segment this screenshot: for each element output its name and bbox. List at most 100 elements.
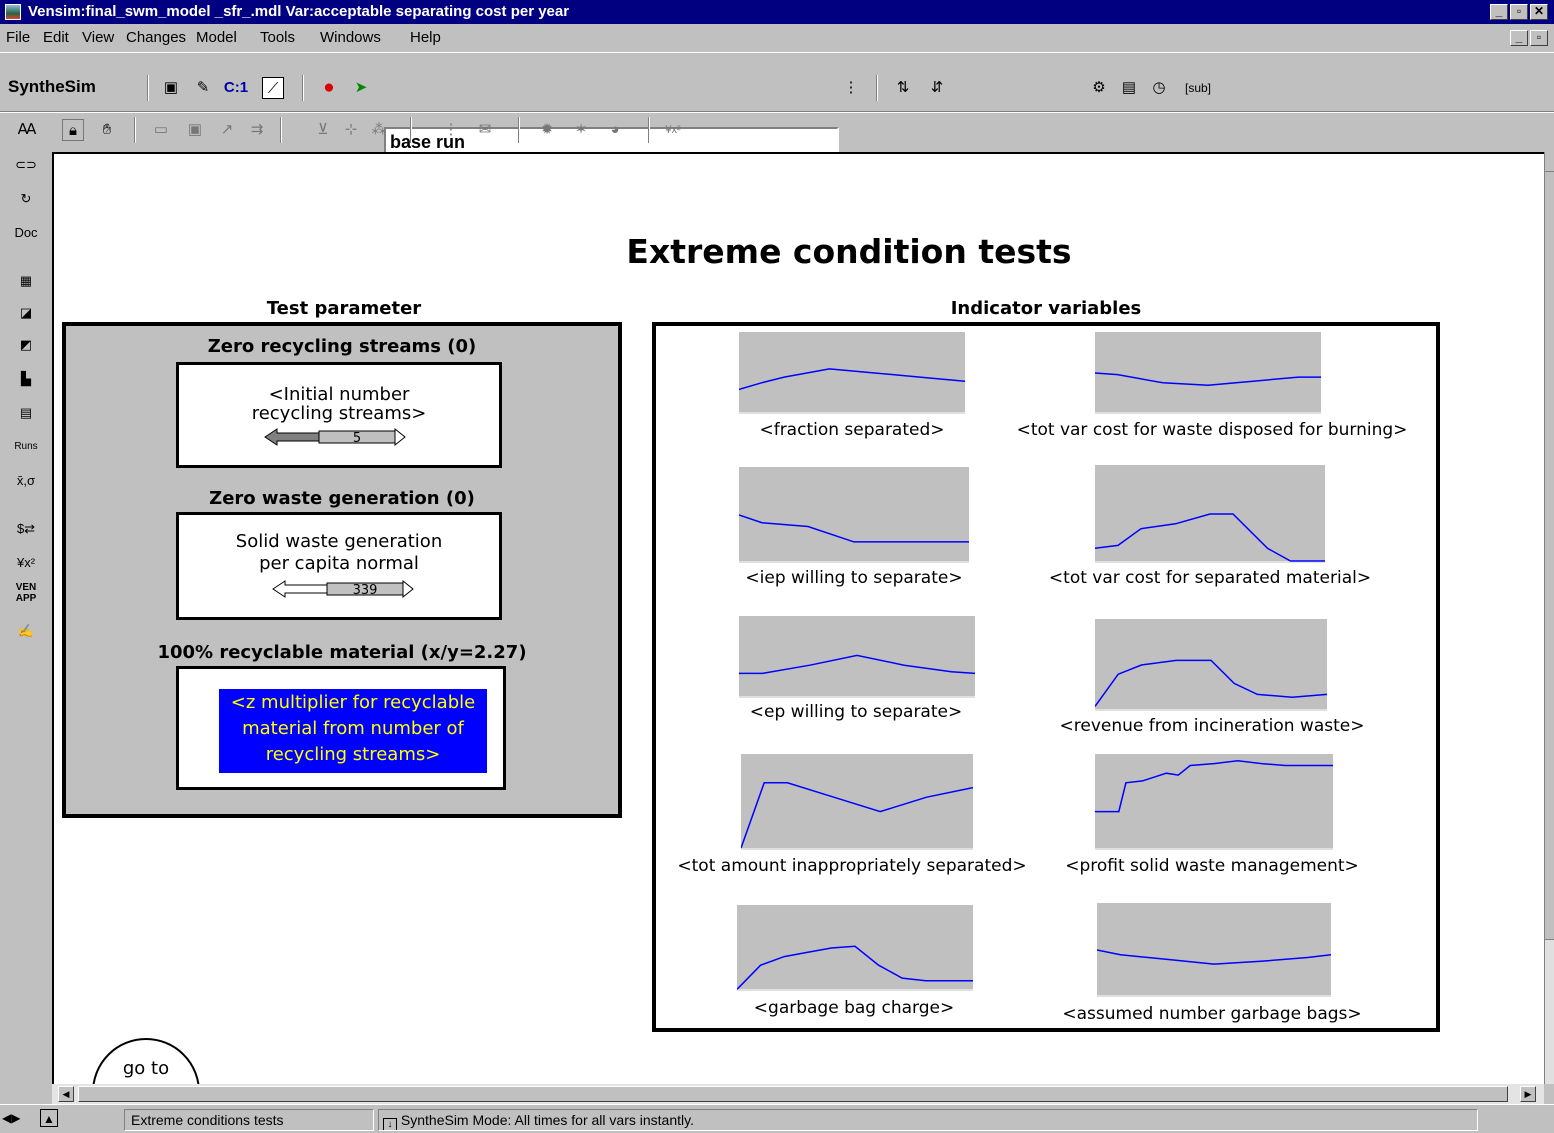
strip-graph-icon[interactable]: ◩	[12, 332, 40, 358]
menu-help[interactable]: Help	[410, 29, 441, 46]
indicator-graph[interactable]	[1095, 754, 1333, 850]
indicator-label[interactable]: <tot amount inappropriately separated>	[652, 856, 1052, 876]
indicator-label[interactable]: <revenue from incineration waste>	[1012, 716, 1412, 736]
menu-changes[interactable]: Changes	[126, 29, 186, 46]
menu-edit[interactable]: Edit	[43, 29, 69, 46]
document-tool[interactable]: Doc	[12, 220, 40, 246]
status-text: SyntheSim Mode: All times for all vars i…	[400, 1112, 694, 1128]
open-model-icon[interactable]: ✎	[192, 77, 214, 99]
indicator-graph[interactable]	[1097, 903, 1331, 997]
run-icon[interactable]: ➤	[350, 77, 372, 99]
c1-icon[interactable]: C:1	[218, 77, 254, 99]
indicator-panel: <fraction separated> <tot var cost for wa…	[652, 322, 1440, 1032]
equations-icon[interactable]: ✶	[570, 119, 592, 141]
input-output-icon[interactable]: ⊹	[340, 119, 362, 141]
causes-tree-icon[interactable]: ⊂⊃	[12, 152, 40, 178]
indicator-graph[interactable]	[1095, 332, 1321, 414]
scroll-right-button[interactable]: ▶	[1520, 1086, 1536, 1102]
doc-minimize-button[interactable]: _	[1510, 30, 1528, 46]
causes-strip-icon[interactable]: ▦	[12, 268, 40, 294]
minimize-button[interactable]: _	[1490, 4, 1508, 20]
prev-view-icon[interactable]: ◀▶	[2, 1109, 20, 1127]
vensim-app-icon[interactable]	[5, 4, 21, 20]
statistics-tool[interactable]: x̄,σ	[12, 468, 40, 494]
box-variable-icon[interactable]: ▣	[184, 119, 206, 141]
graph-background	[739, 332, 965, 414]
lock-icon[interactable]: 🔒︎	[62, 119, 84, 141]
recycling-streams-slider[interactable]: 5	[263, 427, 409, 447]
maximize-button[interactable]: ▫	[1510, 4, 1528, 20]
venapp-tool[interactable]: VEN APP	[12, 582, 40, 608]
horizontal-scrollbar[interactable]: ◀ ▶	[52, 1084, 1544, 1104]
units-icon[interactable]: ¥x²	[662, 119, 684, 141]
menu-tools[interactable]: Tools	[260, 29, 295, 46]
sketch-canvas[interactable]: Extreme condition tests Test parameter Z…	[52, 152, 1544, 1084]
menu-windows[interactable]: Windows	[320, 29, 381, 46]
reference-mode-icon[interactable]: ◕	[604, 119, 626, 141]
scroll-thumb[interactable]	[78, 1086, 1508, 1102]
units-check-icon[interactable]: $⇄	[12, 516, 40, 542]
sub-icon[interactable]: [sub]	[1178, 77, 1218, 99]
menu-view[interactable]: View	[82, 29, 114, 46]
title-bar: Vensim:final_swm_model _sfr_.mdl Var:acc…	[0, 0, 1554, 24]
sketch-comment-icon[interactable]: ⁂	[368, 119, 390, 141]
shadow-variable-icon[interactable]: ⊻	[312, 119, 334, 141]
view-name[interactable]: Extreme conditions tests	[124, 1109, 374, 1131]
scroll-up-button[interactable]	[1545, 152, 1554, 172]
indicator-label[interactable]: <ep willing to separate>	[656, 702, 1056, 722]
graph-icon[interactable]: ⟋	[262, 77, 284, 99]
stop-icon[interactable]: ●	[318, 77, 340, 99]
gd-icon[interactable]: ✍	[12, 618, 40, 644]
analysis-toolbox: ⊂⊃ ↻ Doc ▦ ◪ ◩ ▙ ▤ Runs x̄,σ $⇄ ¥x² VEN …	[0, 152, 50, 1102]
close-button[interactable]: ✕	[1530, 4, 1548, 20]
indicator-graph[interactable]	[1095, 465, 1325, 563]
indicator-graph[interactable]	[739, 616, 975, 698]
indicator-label[interactable]: <tot var cost for separated material>	[1010, 568, 1410, 588]
rename-icon[interactable]: Ꜳ	[16, 119, 38, 141]
scroll-thumb[interactable]	[1545, 172, 1554, 940]
more-options-icon[interactable]: ⋮	[840, 77, 862, 99]
scroll-left-button[interactable]: ◀	[58, 1086, 74, 1102]
graph-tool-icon[interactable]: ◪	[12, 300, 40, 326]
simulation-icon[interactable]: ⚙	[1088, 77, 1110, 99]
test-title: Zero recycling streams (0)	[207, 336, 477, 357]
arrow-icon[interactable]: ↗	[216, 119, 238, 141]
indicator-label[interactable]: <garbage bag charge>	[654, 998, 1054, 1018]
expand-icon[interactable]: ⇵	[926, 77, 948, 99]
menu-file[interactable]: File	[6, 29, 30, 46]
loops-icon[interactable]: ↻	[12, 186, 40, 212]
rate-icon[interactable]: ⇉	[246, 119, 268, 141]
comment-icon[interactable]: ✉	[474, 119, 496, 141]
test-box: <z multiplier for recyclable material fr…	[176, 666, 506, 790]
variable-icon[interactable]: ▭	[150, 119, 172, 141]
save-icon[interactable]: ▣	[160, 77, 182, 99]
indicator-label[interactable]: <fraction separated>	[652, 420, 1052, 440]
goto-button[interactable]: go to	[92, 1038, 200, 1084]
merge-icon[interactable]: ⋮	[440, 119, 462, 141]
vertical-scrollbar[interactable]	[1544, 152, 1554, 1084]
dashboard-icon[interactable]: ◷	[1148, 77, 1170, 99]
z-multiplier-variable[interactable]: <z multiplier for recyclable material fr…	[219, 689, 487, 773]
dimension-icon[interactable]: ¥x²	[12, 550, 40, 576]
control-panel-icon[interactable]: ▤	[1118, 77, 1140, 99]
indicator-graph[interactable]	[741, 754, 973, 850]
indicator-label[interactable]: <tot var cost for waste disposed for bur…	[1012, 420, 1412, 440]
synthesim-label[interactable]: SyntheSim	[8, 77, 96, 97]
waste-generation-slider[interactable]: 339	[271, 579, 417, 599]
bar-graph-icon[interactable]: ▙	[12, 366, 40, 392]
reduce-icon[interactable]: ⇅	[892, 77, 914, 99]
indicator-graph[interactable]	[739, 467, 969, 563]
indicator-label[interactable]: <profit solid waste management>	[1012, 856, 1412, 876]
table-icon[interactable]: ▤	[12, 400, 40, 426]
indicator-graph[interactable]	[1095, 619, 1327, 711]
view-up-icon[interactable]: ▲	[40, 1109, 58, 1127]
indicator-graph[interactable]	[739, 332, 965, 414]
move-hand-icon[interactable]: ✋︎	[96, 119, 118, 141]
menu-model[interactable]: Model	[196, 29, 237, 46]
doc-restore-button[interactable]: ▫	[1530, 30, 1548, 46]
indicator-graph[interactable]	[737, 905, 973, 991]
delete-icon[interactable]: ✹	[536, 119, 558, 141]
indicator-label[interactable]: <assumed number garbage bags>	[1012, 1004, 1412, 1024]
runs-compare-tool[interactable]: Runs	[12, 434, 40, 460]
indicator-label[interactable]: <iep willing to separate>	[654, 568, 1054, 588]
